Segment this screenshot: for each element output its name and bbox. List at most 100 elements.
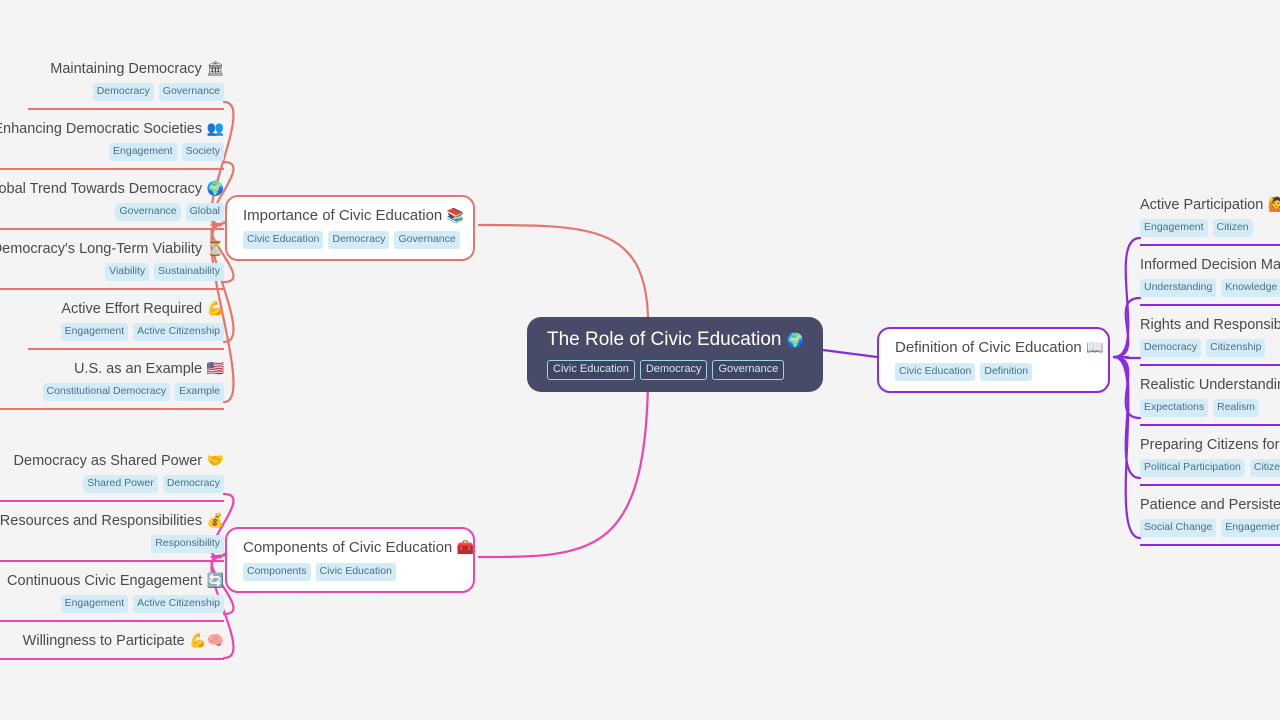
tag-pill: Civic Education xyxy=(243,231,324,249)
leaf-node-label: Patience and Persistence xyxy=(1140,497,1280,513)
branch-emoji-icon: 📖 xyxy=(1081,340,1104,356)
tag-pill: Components xyxy=(243,563,311,581)
center-node-title: The Role of Civic Education 🌍 xyxy=(547,328,805,353)
leaf-node-title: Maintaining Democracy 🏛 xyxy=(28,60,224,79)
leaf-node-tags: Shared Power Democracy xyxy=(0,475,224,493)
leaf-emoji-icon: 💰 xyxy=(202,513,224,529)
leaf-node-tags: Democracy Governance xyxy=(28,83,224,101)
leaf-node-title: Enhancing Democratic Societies 👥 xyxy=(0,120,224,139)
center-node-label: The Role of Civic Education xyxy=(547,329,782,350)
tag-pill: Citizen xyxy=(1212,219,1253,237)
branch-node-title: Components of Civic Education 🧰 xyxy=(243,538,474,558)
tag-pill: Governance xyxy=(158,83,224,101)
leaf-node-title: Realistic Understanding xyxy=(1140,376,1280,395)
branch-node-components[interactable]: Components of Civic Education 🧰 Component… xyxy=(225,527,475,593)
tag-pill: Political Participation xyxy=(1140,459,1245,477)
leaf-node[interactable]: Preparing Citizens for Politics Political… xyxy=(1140,432,1280,486)
tag-pill: Expectations xyxy=(1140,399,1209,417)
leaf-emoji-icon: 🏛 xyxy=(201,61,224,77)
leaf-node-label: Enhancing Democratic Societies xyxy=(0,121,203,137)
leaf-node[interactable]: U.S. as an Example 🇺🇸 Constitutional Demo… xyxy=(0,356,224,410)
branch-node-label: Definition of Civic Education xyxy=(895,339,1082,356)
tag-pill: Realism xyxy=(1213,399,1260,417)
leaf-node-title: Continuous Civic Engagement 🔄 xyxy=(0,572,224,591)
leaf-node[interactable]: Active Participation 🙋 Engagement Citizen xyxy=(1140,192,1280,246)
tag-pill: Governance xyxy=(712,360,785,380)
leaf-node[interactable]: Resources and Responsibilities 💰 Responsi… xyxy=(0,508,224,562)
leaf-node[interactable]: Patience and Persistence Social ChangeEng… xyxy=(1140,492,1280,546)
leaf-emoji-icon: 🤝 xyxy=(202,453,224,469)
leaf-node-title: Democracy's Long-Term Viability ⏳ xyxy=(0,240,224,259)
leaf-node-label: Preparing Citizens for Politics xyxy=(1140,437,1280,453)
tag-pill: Social Change xyxy=(1140,519,1217,537)
tag-pill: Understanding xyxy=(1140,279,1217,297)
branch-node-title: Importance of Civic Education 📚 xyxy=(243,206,464,226)
globe-icon: 🌍 xyxy=(786,333,805,349)
mindmap-canvas[interactable]: The Role of Civic Education 🌍 Civic Educ… xyxy=(0,0,1280,720)
tag-pill: Democracy xyxy=(328,231,390,249)
leaf-emoji-icon: 💪🧠 xyxy=(184,633,224,649)
leaf-node-tags: Social Change Engagement xyxy=(1140,519,1280,537)
leaf-node-tags: Responsibility xyxy=(0,535,224,553)
leaf-node[interactable]: Informed Decision Making UnderstandingKno… xyxy=(1140,252,1280,306)
leaf-node[interactable]: Democracy's Long-Term Viability ⏳ Viabili… xyxy=(0,236,224,290)
leaf-node[interactable]: Rights and Responsibilities DemocracyCiti… xyxy=(1140,312,1280,366)
leaf-node[interactable]: Democracy as Shared Power 🤝 Shared Power D… xyxy=(0,448,224,502)
leaf-node[interactable]: Active Effort Required 💪 Engagement Active… xyxy=(28,296,224,350)
branch-node-title: Definition of Civic Education 📖 xyxy=(895,338,1104,358)
leaf-node-title: U.S. as an Example 🇺🇸 xyxy=(0,360,224,379)
tag-pill: Citizenship xyxy=(1249,459,1280,477)
leaf-emoji-icon: 👥 xyxy=(202,121,224,137)
leaf-node[interactable]: Continuous Civic Engagement 🔄 Engagement A… xyxy=(0,568,224,622)
leaf-node[interactable]: Realistic Understanding Expectations Reali… xyxy=(1140,372,1280,426)
leaf-node-tags: Understanding Knowledge xyxy=(1140,279,1280,297)
branch-node-importance[interactable]: Importance of Civic Education 📚 Civic Edu… xyxy=(225,195,475,261)
leaf-node[interactable]: Global Trend Towards Democracy 🌍 Governan… xyxy=(0,176,224,230)
center-node[interactable]: The Role of Civic Education 🌍 Civic Educ… xyxy=(527,317,823,392)
tag-pill: Active Citizenship xyxy=(133,595,224,613)
tag-pill: Engagement xyxy=(1140,219,1208,237)
leaf-node-label: Active Effort Required xyxy=(61,301,203,317)
tag-pill: Constitutional Democracy xyxy=(42,383,171,401)
leaf-node-label: Informed Decision Making xyxy=(1140,257,1280,273)
leaf-node-tags: Engagement Active Citizenship xyxy=(0,595,224,613)
leaf-node-title: Global Trend Towards Democracy 🌍 xyxy=(0,180,224,199)
tag-pill: Democracy xyxy=(92,83,154,101)
branch-node-tags: Civic Education Democracy Governance xyxy=(243,231,460,249)
leaf-node-label: Rights and Responsibilities xyxy=(1140,317,1280,333)
leaf-node[interactable]: Maintaining Democracy 🏛 Democracy Governan… xyxy=(28,56,224,110)
leaf-node-tags: Viability Sustainability xyxy=(0,263,224,281)
leaf-emoji-icon: 🇺🇸 xyxy=(202,361,224,377)
leaf-node-title: Democracy as Shared Power 🤝 xyxy=(0,452,224,471)
leaf-node-tags: Engagement Active Citizenship xyxy=(28,323,224,341)
leaf-node[interactable]: Willingness to Participate 💪🧠 xyxy=(0,628,224,660)
leaf-node-label: Global Trend Towards Democracy xyxy=(0,181,203,197)
tag-pill: Governance xyxy=(394,231,460,249)
leaf-node-title: Active Effort Required 💪 xyxy=(28,300,224,319)
tag-pill: Democracy xyxy=(1140,339,1202,357)
tag-pill: Shared Power xyxy=(83,475,158,493)
leaf-node-title: Informed Decision Making xyxy=(1140,256,1280,275)
leaf-node-title: Preparing Citizens for Politics xyxy=(1140,436,1280,455)
branch-node-label: Importance of Civic Education xyxy=(243,207,443,224)
tag-pill: Global xyxy=(185,203,224,221)
leaf-node-label: Willingness to Participate xyxy=(22,633,185,649)
leaf-node-label: Realistic Understanding xyxy=(1140,377,1280,393)
leaf-node-tags: Engagement Society xyxy=(0,143,224,161)
tag-pill: Responsibility xyxy=(151,535,224,553)
leaf-node-label: U.S. as an Example xyxy=(73,361,203,377)
branch-emoji-icon: 🧰 xyxy=(452,540,475,556)
tag-pill: Society xyxy=(181,143,224,161)
tag-pill: Engagement xyxy=(109,143,177,161)
tag-pill: Knowledge xyxy=(1221,279,1280,297)
leaf-node-title: Active Participation 🙋 xyxy=(1140,196,1280,215)
tag-pill: Governance xyxy=(115,203,181,221)
leaf-emoji-icon: 🔄 xyxy=(202,573,224,589)
leaf-node-label: Active Participation xyxy=(1140,197,1264,213)
leaf-node[interactable]: Enhancing Democratic Societies 👥 Engageme… xyxy=(0,116,224,170)
tag-pill: Citizenship xyxy=(1206,339,1266,357)
tag-pill: Engagement xyxy=(60,323,129,341)
leaf-node-tags: Political ParticipationCitizenship xyxy=(1140,459,1280,477)
leaf-node-tags: Engagement Citizen xyxy=(1140,219,1280,237)
branch-node-definition[interactable]: Definition of Civic Education 📖 Civic Edu… xyxy=(877,327,1110,393)
